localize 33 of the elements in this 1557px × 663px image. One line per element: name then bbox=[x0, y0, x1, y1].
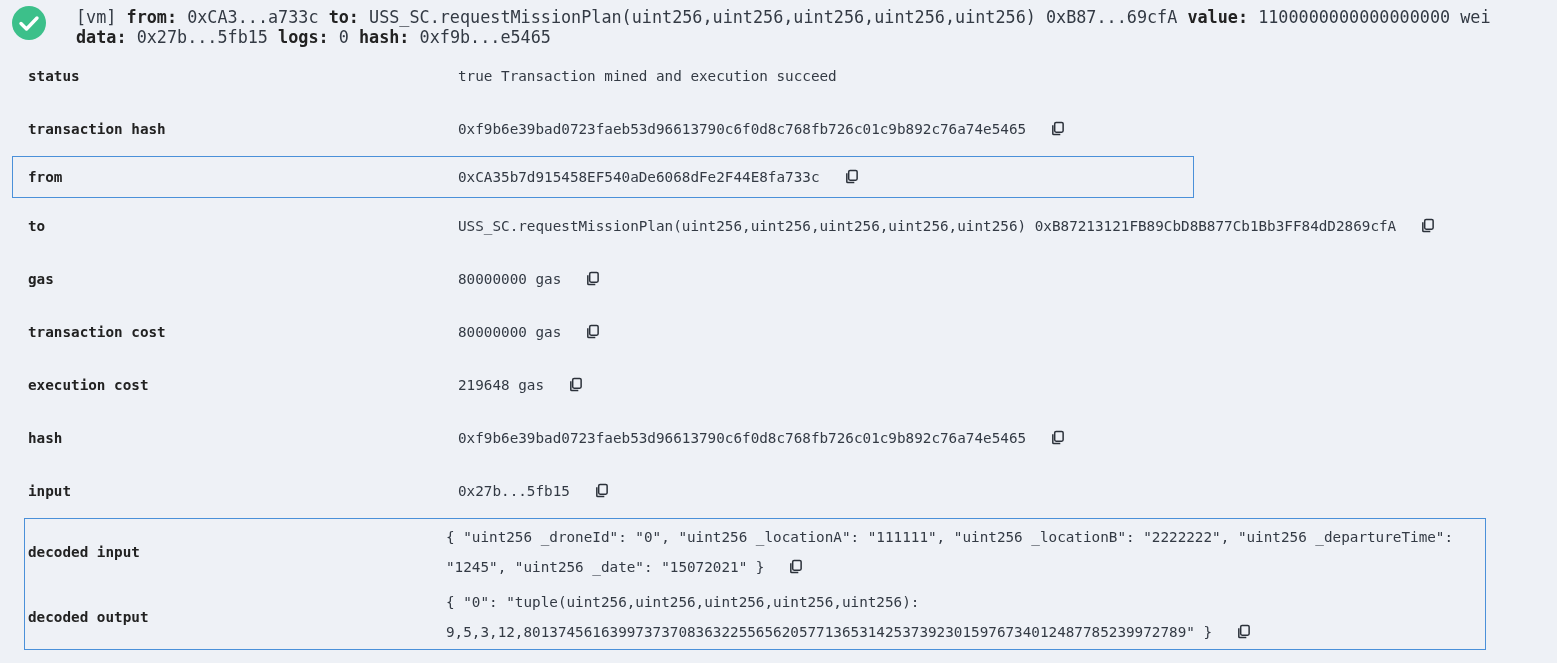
field-value: { "0": "tuple(uint256,uint256,uint256,uint256,uint256): 9,5,3,12,80137456163997373708363225565620577136531425373923015976734012487785239972789" } bbox=[446, 586, 1476, 647]
field-value: true Transaction mined and execution succeed bbox=[458, 66, 837, 86]
copy-icon[interactable] bbox=[1050, 120, 1066, 136]
copy-icon[interactable] bbox=[585, 270, 601, 286]
copy-icon[interactable] bbox=[1420, 217, 1436, 233]
copy-icon[interactable] bbox=[568, 376, 584, 392]
field-value: USS_SC.requestMissionPlan(uint256,uint256,uint256,uint256,uint256) 0xB87213121FB89CbD8B877Cb1Bb3FF84dD2869cfA bbox=[458, 210, 1436, 241]
field-value: 80000000 gas bbox=[458, 316, 601, 347]
field-label: from bbox=[27, 169, 64, 185]
copy-icon[interactable] bbox=[843, 169, 859, 184]
field-label: input bbox=[27, 482, 73, 499]
field-value: 80000000 gas bbox=[458, 263, 601, 294]
field-value: 219648 gas bbox=[458, 369, 584, 400]
field-label: transaction cost bbox=[27, 323, 167, 340]
field-value: 0x27b...5fb15 bbox=[458, 475, 609, 506]
field-label: gas bbox=[27, 270, 55, 287]
field-label: decoded input bbox=[27, 543, 141, 560]
field-label: execution cost bbox=[27, 376, 150, 393]
field-value: 0xCA35b7d915458EF540aDe6068dFe2F44E8fa733c bbox=[458, 162, 859, 192]
field-label: status bbox=[27, 67, 81, 84]
field-value: 0xf9b6e39bad0723faeb53d96613790c6f0d8c768fb726c01c9b892c76a74e5465 bbox=[458, 113, 1066, 144]
copy-icon[interactable] bbox=[585, 323, 601, 339]
field-label: to bbox=[27, 217, 47, 234]
field-value: { "uint256 _droneId": "0", "uint256 _locationA": "111111", "uint256 _locationB": "2222222", "uint256 _departureTime": "1245", "uint256 _date": "15072021" } bbox=[446, 527, 1455, 578]
copy-icon[interactable] bbox=[1236, 623, 1252, 639]
field-value: 0xf9b6e39bad0723faeb53d96613790c6f0d8c768fb726c01c9b892c76a74e5465 bbox=[458, 422, 1066, 453]
field-label: transaction hash bbox=[27, 120, 167, 137]
copy-icon[interactable] bbox=[593, 482, 609, 498]
field-label: decoded output bbox=[27, 608, 150, 625]
copy-icon[interactable] bbox=[788, 558, 804, 574]
field-label: hash bbox=[27, 429, 64, 446]
copy-icon[interactable] bbox=[1050, 429, 1066, 445]
transaction-summary: [vm] from: 0xCA3...a733c to: USS_SC.requestMissionPlan(uint256,uint256,uint256,uint256,uint256) 0xB87...69cfA value: 1100000000000000000 wei data: 0x27b...5fb15 logs: 0 hash: 0xf9b...e5465 bbox=[76, 7, 1492, 47]
